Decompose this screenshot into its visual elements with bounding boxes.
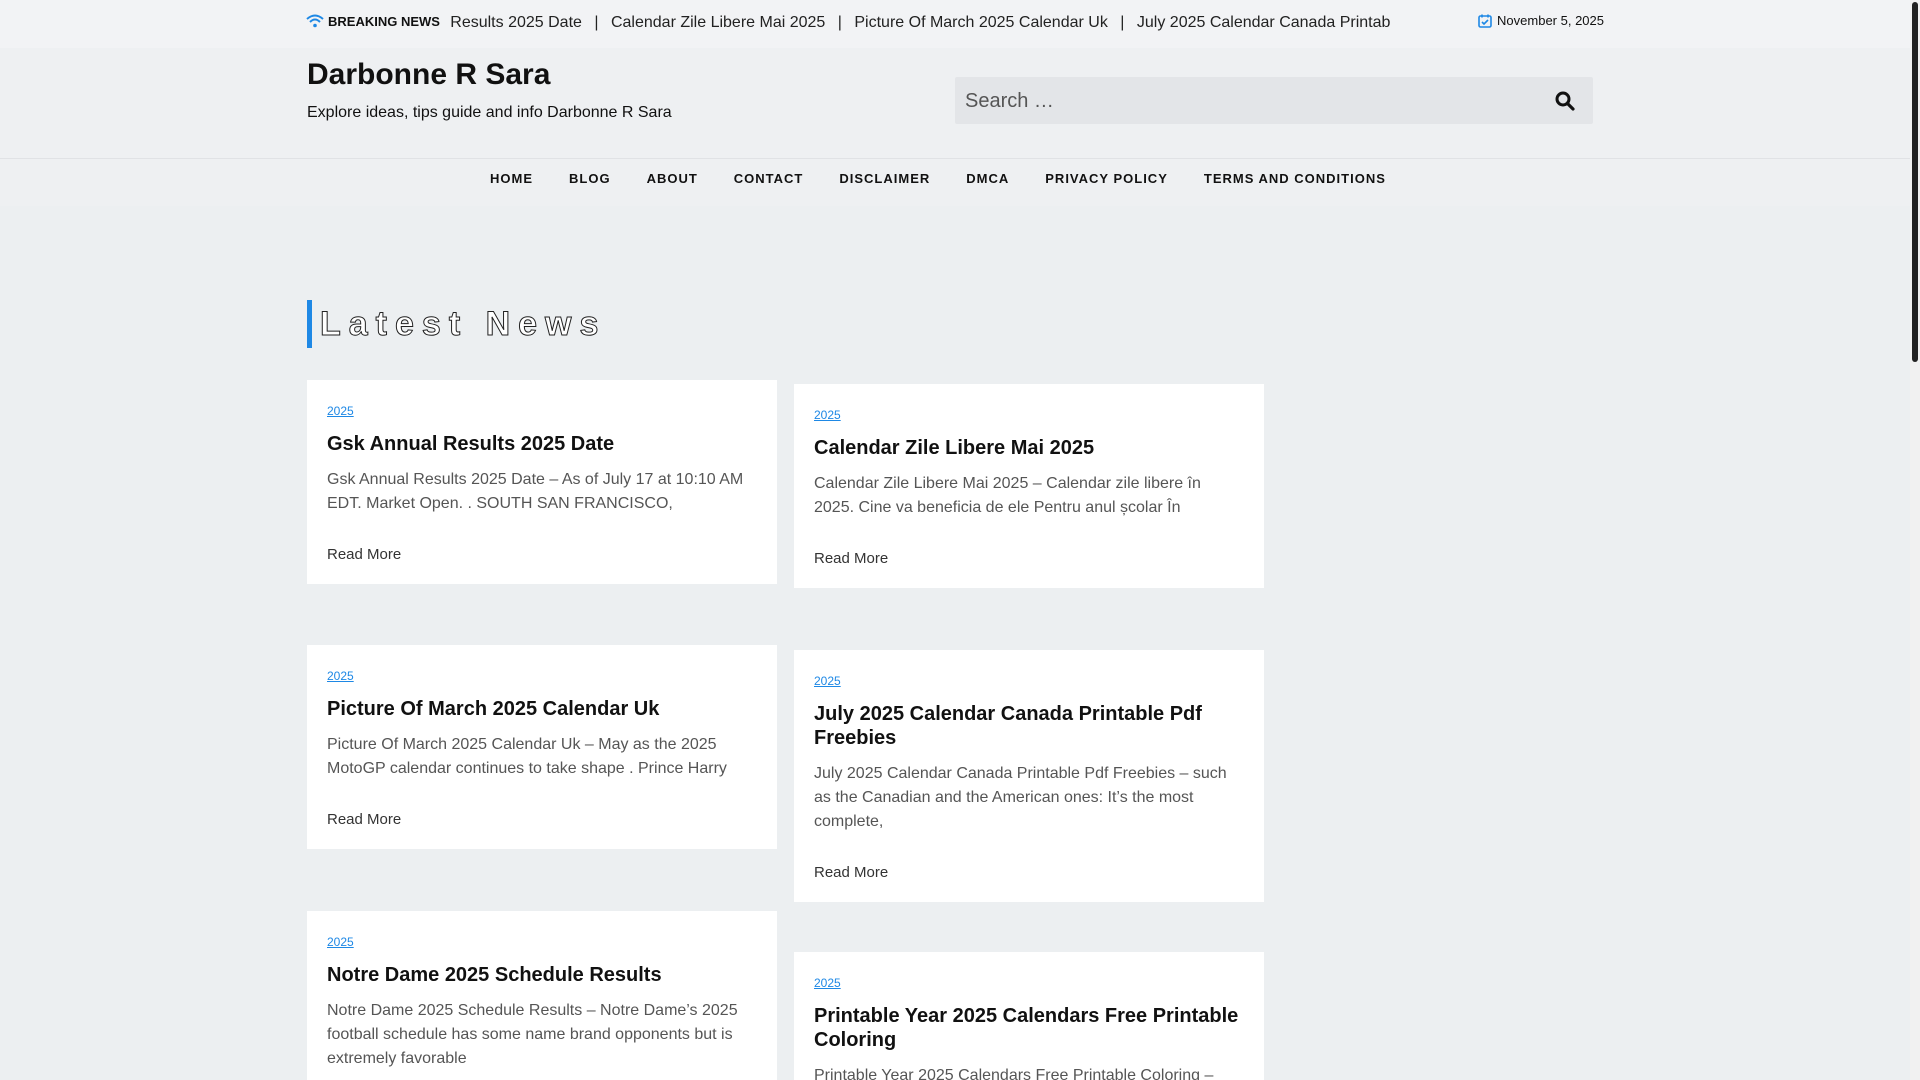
ticker-item[interactable]: July 2025 Calendar Canada Printable Pdf …	[1137, 14, 1390, 32]
post-excerpt: Picture Of March 2025 Calendar Uk – May …	[327, 736, 727, 777]
news-ticker: Gsk Annual Results 2025 Date | Calendar …	[450, 13, 1390, 35]
post-category[interactable]: 2025	[814, 674, 841, 688]
ticker-separator: |	[1120, 14, 1125, 31]
nav-item-disclaimer[interactable]: DISCLAIMER	[839, 171, 930, 186]
search-form	[955, 77, 1593, 124]
nav-item-privacy-policy[interactable]: PRIVACY POLICY	[1045, 171, 1168, 186]
post-excerpt: Gsk Annual Results 2025 Date – As of Jul…	[327, 471, 744, 512]
post-card: 2025 July 2025 Calendar Canada Printable…	[794, 650, 1264, 902]
post-category[interactable]: 2025	[814, 976, 841, 990]
post-category[interactable]: 2025	[327, 404, 354, 418]
post-category[interactable]: 2025	[327, 669, 354, 683]
read-more-link[interactable]: Read More	[814, 864, 888, 881]
post-category[interactable]: 2025	[327, 935, 354, 949]
post-card: 2025 Printable Year 2025 Calendars Free …	[794, 952, 1264, 1080]
post-title[interactable]: Calendar Zile Libere Mai 2025	[814, 436, 1244, 460]
breaking-news-bar: BREAKING NEWS Gsk Annual Results 2025 Da…	[0, 0, 1910, 48]
site-tagline: Explore ideas, tips guide and info Darbo…	[307, 104, 672, 121]
post-title[interactable]: Printable Year 2025 Calendars Free Print…	[814, 1004, 1244, 1052]
post-card: 2025 Calendar Zile Libere Mai 2025 Calen…	[794, 384, 1264, 588]
ticker-separator: |	[594, 14, 599, 31]
section-heading: Latest News	[307, 300, 606, 348]
ticker-item[interactable]: Picture Of March 2025 Calendar Uk	[854, 14, 1107, 32]
site-title[interactable]: Darbonne R Sara	[307, 58, 550, 92]
wifi-icon	[306, 14, 324, 28]
breaking-news-text: BREAKING NEWS	[328, 13, 440, 29]
read-more-link[interactable]: Read More	[327, 546, 401, 563]
post-title[interactable]: Picture Of March 2025 Calendar Uk	[327, 697, 757, 721]
page-scrollbar[interactable]	[1910, 0, 1920, 1080]
main-content	[0, 206, 1910, 1080]
scrollbar-thumb[interactable]	[1912, 2, 1918, 362]
post-card: 2025 Picture Of March 2025 Calendar Uk P…	[307, 645, 777, 849]
search-input[interactable]	[965, 87, 1505, 115]
nav-item-blog[interactable]: BLOG	[569, 171, 611, 186]
ticker-separator: |	[837, 14, 842, 31]
post-card: 2025 Notre Dame 2025 Schedule Results No…	[307, 911, 777, 1080]
current-date: November 5, 2025	[1478, 13, 1604, 28]
post-title[interactable]: Notre Dame 2025 Schedule Results	[327, 963, 757, 987]
read-more-link[interactable]: Read More	[327, 811, 401, 828]
search-icon[interactable]	[1553, 89, 1577, 113]
nav-item-home[interactable]: HOME	[490, 171, 533, 186]
main-nav: HOME BLOG ABOUT CONTACT DISCLAIMER DMCA …	[0, 158, 1910, 206]
read-more-link[interactable]: Read More	[814, 550, 888, 567]
calendar-check-icon	[1478, 14, 1492, 28]
nav-item-terms[interactable]: TERMS AND CONDITIONS	[1204, 171, 1386, 186]
post-card: 2025 Gsk Annual Results 2025 Date Gsk An…	[307, 380, 777, 584]
post-title[interactable]: Gsk Annual Results 2025 Date	[327, 432, 757, 456]
date-text: November 5, 2025	[1497, 13, 1604, 28]
ticker-item[interactable]: Calendar Zile Libere Mai 2025	[611, 14, 825, 32]
post-excerpt: Notre Dame 2025 Schedule Results – Notre…	[327, 1002, 738, 1067]
nav-item-about[interactable]: ABOUT	[647, 171, 698, 186]
post-excerpt: Calendar Zile Libere Mai 2025 – Calendar…	[814, 475, 1201, 516]
breaking-news-label: BREAKING NEWS	[306, 13, 440, 29]
ticker-item[interactable]: Gsk Annual Results 2025 Date	[450, 14, 582, 32]
nav-item-dmca[interactable]: DMCA	[966, 171, 1009, 186]
post-excerpt: July 2025 Calendar Canada Printable Pdf …	[814, 765, 1227, 830]
section-title: Latest News	[319, 305, 607, 344]
nav-item-contact[interactable]: CONTACT	[734, 171, 804, 186]
post-title[interactable]: July 2025 Calendar Canada Printable Pdf …	[814, 702, 1244, 750]
post-category[interactable]: 2025	[814, 408, 841, 422]
post-excerpt: Printable Year 2025 Calendars Free Print…	[814, 1067, 1214, 1080]
